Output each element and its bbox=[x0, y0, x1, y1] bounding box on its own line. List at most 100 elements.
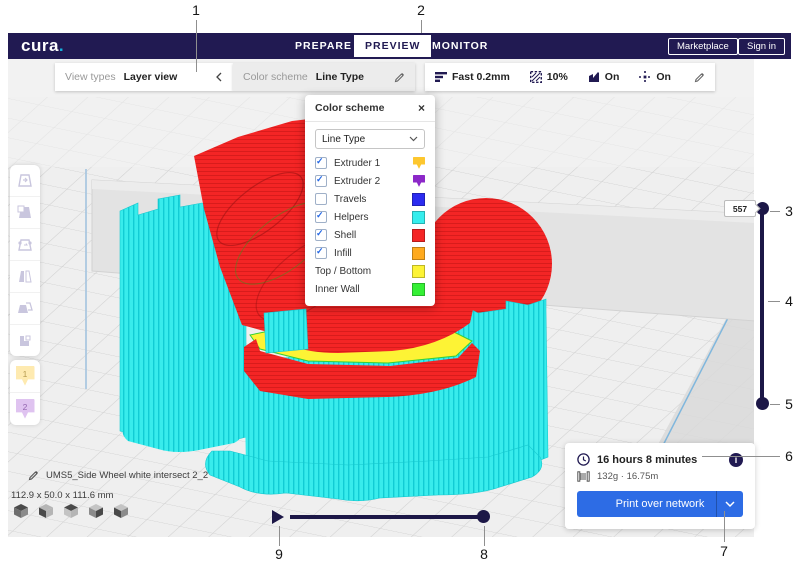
simulation-slider-track[interactable] bbox=[290, 515, 483, 519]
checkbox[interactable] bbox=[315, 193, 327, 205]
callout-2: 2 bbox=[417, 2, 425, 18]
model-dimensions: 112.9 x 50.0 x 111.6 mm bbox=[11, 490, 113, 501]
view-types-label: View types bbox=[65, 71, 116, 83]
clock-icon bbox=[577, 453, 590, 466]
infill-icon bbox=[530, 71, 542, 83]
color-scheme-value: Line Type bbox=[316, 71, 364, 83]
tool-column bbox=[10, 165, 40, 356]
extruder-badges: 1 2 bbox=[10, 360, 40, 425]
callout-line-1 bbox=[196, 20, 197, 72]
print-settings-summary[interactable]: Fast 0.2mm 10% On bbox=[425, 63, 715, 91]
move-tool-button[interactable] bbox=[10, 165, 40, 197]
view-front-icon[interactable] bbox=[37, 502, 55, 520]
print-options-chevron[interactable] bbox=[716, 491, 743, 517]
tab-preview[interactable]: PREVIEW bbox=[354, 35, 431, 57]
callout-line-4 bbox=[768, 301, 780, 302]
color-swatch bbox=[412, 229, 425, 242]
material-spool-icon bbox=[577, 471, 590, 482]
callout-8: 8 bbox=[480, 546, 488, 562]
adhesion-setting[interactable]: On bbox=[639, 71, 671, 83]
support-setting[interactable]: On bbox=[588, 71, 620, 83]
checkbox[interactable] bbox=[315, 157, 327, 169]
mirror-tool-button[interactable] bbox=[10, 261, 40, 293]
support-value: On bbox=[605, 71, 620, 83]
color-swatch bbox=[412, 265, 425, 278]
extruder-2-badge[interactable]: 2 bbox=[10, 393, 40, 425]
cura-logo: cura. bbox=[21, 36, 64, 56]
callout-line-8 bbox=[484, 526, 485, 546]
scheme-row-travels[interactable]: Travels bbox=[305, 191, 435, 207]
tab-prepare[interactable]: PREPARE bbox=[295, 33, 352, 59]
view-types-value: Layer view bbox=[124, 71, 178, 83]
color-swatch bbox=[413, 157, 425, 170]
checkbox[interactable] bbox=[315, 247, 327, 259]
annotated-screenshot: cura. PREPARE PREVIEW MONITOR Marketplac… bbox=[0, 0, 800, 566]
scheme-row-infill[interactable]: Infill bbox=[305, 245, 435, 261]
callout-4: 4 bbox=[785, 293, 793, 309]
callout-1: 1 bbox=[192, 2, 200, 18]
checkbox[interactable] bbox=[315, 211, 327, 223]
color-swatch bbox=[412, 247, 425, 260]
rename-pencil-icon[interactable] bbox=[28, 470, 39, 481]
scheme-row-helpers[interactable]: Helpers bbox=[305, 209, 435, 225]
callout-line-3 bbox=[770, 211, 780, 212]
checkbox[interactable] bbox=[315, 229, 327, 241]
color-scheme-panel: Color scheme × Line Type Extruder 1 Extr… bbox=[305, 95, 435, 306]
simulation-slider-handle[interactable] bbox=[477, 510, 490, 523]
view-top-icon[interactable] bbox=[62, 502, 80, 520]
layer-slider-bottom-handle[interactable] bbox=[756, 397, 769, 410]
chevron-down-icon bbox=[409, 136, 418, 142]
callout-7: 7 bbox=[720, 543, 728, 559]
color-scheme-selector[interactable]: Color scheme Line Type bbox=[233, 63, 415, 91]
scheme-row-extruder-2[interactable]: Extruder 2 bbox=[305, 173, 435, 189]
support-icon bbox=[588, 71, 600, 83]
scheme-row-extruder-1[interactable]: Extruder 1 bbox=[305, 155, 435, 171]
layer-number-field[interactable]: 557 bbox=[724, 200, 756, 217]
profile-setting[interactable]: Fast 0.2mm bbox=[435, 71, 510, 83]
collapse-chevron-icon[interactable] bbox=[215, 72, 223, 82]
per-model-settings-button[interactable] bbox=[10, 293, 40, 325]
top-navbar: cura. PREPARE PREVIEW MONITOR Marketplac… bbox=[8, 33, 791, 59]
color-swatch bbox=[412, 283, 425, 296]
model-cube bbox=[264, 309, 308, 353]
callout-line-9 bbox=[279, 526, 280, 546]
view-3d-icon[interactable] bbox=[12, 502, 30, 520]
scheme-row-inner-wall: Inner Wall bbox=[305, 281, 435, 297]
color-scheme-label: Color scheme bbox=[243, 71, 308, 83]
tab-monitor[interactable]: MONITOR bbox=[432, 33, 488, 59]
infill-setting[interactable]: 10% bbox=[530, 71, 568, 83]
callout-6: 6 bbox=[785, 448, 793, 464]
print-over-network-button[interactable]: Print over network bbox=[577, 491, 743, 517]
color-swatch bbox=[412, 211, 425, 224]
scale-tool-button[interactable] bbox=[10, 197, 40, 229]
print-time-estimate: 16 hours 8 minutes bbox=[597, 454, 697, 466]
view-types-selector[interactable]: View types Layer view bbox=[55, 63, 233, 91]
callout-5: 5 bbox=[785, 396, 793, 412]
callout-line-2 bbox=[421, 20, 422, 33]
checkbox[interactable] bbox=[315, 175, 327, 187]
material-estimate: 132g · 16.75m bbox=[597, 471, 658, 482]
color-scheme-dropdown[interactable]: Line Type bbox=[315, 129, 425, 149]
support-blocker-button[interactable] bbox=[10, 325, 40, 356]
close-icon[interactable]: × bbox=[418, 101, 425, 115]
model-name: UMS5_Side Wheel white intersect 2_2 bbox=[46, 470, 208, 481]
callout-line-7 bbox=[724, 511, 725, 542]
cura-window: cura. PREPARE PREVIEW MONITOR Marketplac… bbox=[8, 33, 791, 537]
view-right-icon[interactable] bbox=[112, 502, 130, 520]
marketplace-button[interactable]: Marketplace bbox=[668, 38, 738, 55]
color-scheme-panel-title: Color scheme bbox=[315, 102, 384, 114]
viewport-3d[interactable]: ker bbox=[8, 59, 791, 537]
callout-line-6 bbox=[702, 456, 780, 457]
color-swatch bbox=[412, 193, 425, 206]
scheme-row-shell[interactable]: Shell bbox=[305, 227, 435, 243]
layer-slider-track[interactable] bbox=[760, 208, 764, 403]
edit-settings-pencil-icon[interactable] bbox=[694, 72, 705, 83]
sign-in-button[interactable]: Sign in bbox=[738, 38, 785, 55]
play-button[interactable] bbox=[272, 510, 284, 524]
rotate-tool-button[interactable] bbox=[10, 229, 40, 261]
camera-view-buttons bbox=[12, 502, 130, 520]
logo-dot: . bbox=[59, 36, 64, 55]
view-left-icon[interactable] bbox=[87, 502, 105, 520]
extruder-1-badge[interactable]: 1 bbox=[10, 360, 40, 393]
edit-pencil-icon[interactable] bbox=[394, 72, 405, 83]
